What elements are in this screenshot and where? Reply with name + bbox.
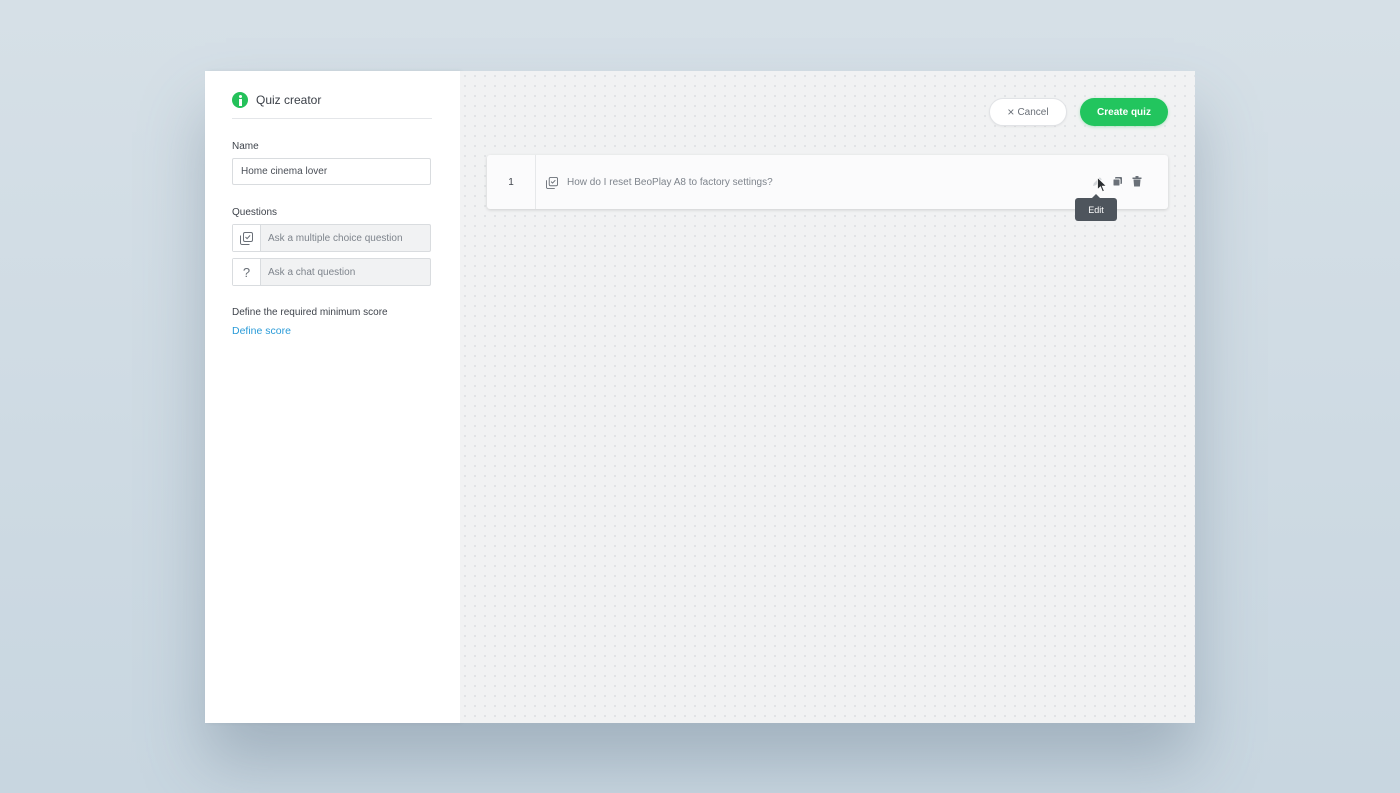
edit-tooltip: Edit [1075,194,1117,221]
add-chat-question-label: Ask a chat question [268,266,356,278]
add-multiple-choice-button[interactable]: Ask a multiple choice question [232,224,431,252]
checkbox-stack-icon [546,176,558,189]
quiz-creator-window: Quiz creator Name Questions Ask a multip… [205,71,1195,723]
question-mark-icon: ? [233,259,261,285]
question-text: How do I reset BeoPlay A8 to factory set… [567,176,773,188]
sidebar-divider [232,118,432,119]
sidebar: Quiz creator Name Questions Ask a multip… [205,71,460,723]
info-logo-icon [232,92,248,108]
questions-label: Questions [232,207,278,218]
cancel-label: Cancel [1017,106,1049,118]
add-multiple-choice-label: Ask a multiple choice question [268,232,403,244]
name-input[interactable] [232,158,431,185]
close-icon: × [1007,105,1015,119]
duplicate-icon[interactable] [1111,175,1123,187]
mouse-cursor-icon [1097,177,1108,193]
question-row[interactable]: 1 How do I reset BeoPlay A8 to factory s… [487,155,1168,209]
checkbox-stack-icon [233,225,261,251]
app-title: Quiz creator [256,93,322,107]
cancel-button[interactable]: × Cancel [989,98,1067,126]
score-label: Define the required minimum score [232,307,388,318]
add-chat-question-button[interactable]: ? Ask a chat question [232,258,431,286]
name-label: Name [232,141,259,152]
delete-icon[interactable] [1131,175,1143,187]
define-score-link[interactable]: Define score [232,325,291,337]
create-quiz-button[interactable]: Create quiz [1080,98,1168,126]
question-canvas: × Cancel Create quiz 1 How do I reset Be… [460,71,1195,723]
brand: Quiz creator [232,92,321,108]
question-number: 1 [487,155,536,209]
